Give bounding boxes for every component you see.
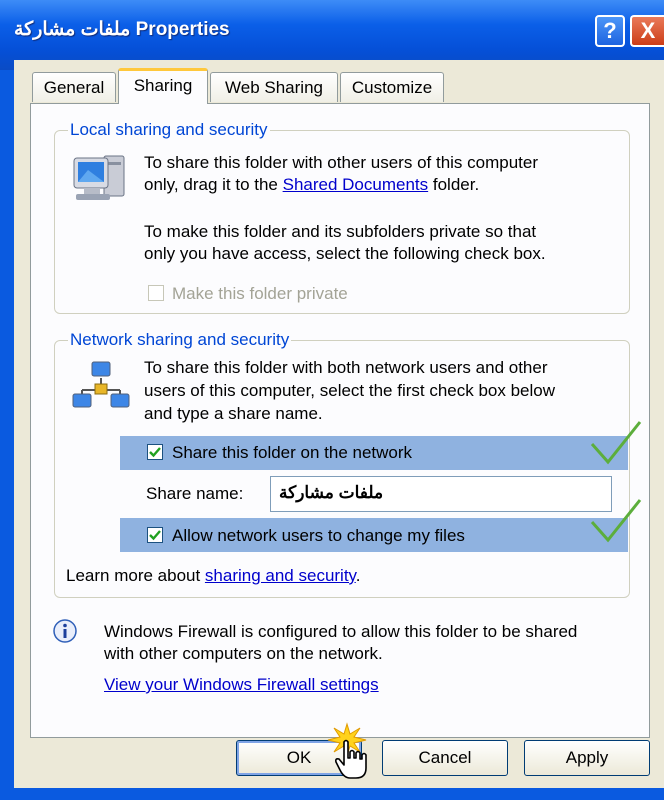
- firewall-text-line1: Windows Firewall is configured to allow …: [104, 622, 578, 641]
- firewall-settings-link[interactable]: View your Windows Firewall settings: [104, 674, 379, 695]
- firewall-text-line2: with other computers on the network.: [104, 644, 383, 663]
- network-text-line3: and type a share name.: [144, 404, 323, 423]
- annotation-checkmark-icon: [590, 499, 642, 543]
- learn-more-line: Learn more about sharing and security.: [66, 565, 361, 586]
- tab-customize[interactable]: Customize: [340, 72, 444, 102]
- cancel-button[interactable]: Cancel: [382, 740, 508, 776]
- checkmark-icon: [149, 447, 161, 458]
- shared-documents-link[interactable]: Shared Documents: [283, 175, 429, 194]
- network-text-line1: To share this folder with both network u…: [144, 358, 548, 377]
- checkmark-icon: [149, 530, 161, 541]
- share-folder-label: Share this folder on the network: [172, 443, 413, 462]
- learn-more-text: Learn more about: [66, 566, 205, 585]
- window-title: ملفات مشاركة Properties: [14, 19, 230, 40]
- network-sharing-legend: Network sharing and security: [68, 330, 292, 350]
- make-private-label: Make this folder private: [172, 284, 348, 303]
- network-text-line2: users of this computer, select the first…: [144, 381, 556, 400]
- local-sharing-legend: Local sharing and security: [68, 120, 270, 140]
- local-text-after-link: folder.: [428, 175, 480, 194]
- apply-button[interactable]: Apply: [524, 740, 650, 776]
- make-private-checkbox[interactable]: [148, 285, 164, 301]
- allow-change-checkbox[interactable]: [147, 527, 163, 543]
- allow-change-label: Allow network users to change my files: [172, 526, 465, 545]
- network-icon: [72, 360, 130, 410]
- share-name-input[interactable]: ملفات مشاركة: [270, 476, 612, 512]
- tab-sharing[interactable]: Sharing: [118, 68, 208, 104]
- help-button[interactable]: ?: [595, 15, 625, 47]
- info-icon: [52, 618, 78, 644]
- computer-icon: [70, 150, 128, 206]
- learn-more-period: .: [355, 566, 361, 585]
- local-text-before-link: only, drag it to the: [144, 175, 283, 194]
- share-folder-checkbox[interactable]: [147, 444, 163, 460]
- annotation-checkmark-icon: [590, 421, 642, 465]
- local-text-line2: only, drag it to the Shared Documents fo…: [144, 174, 479, 195]
- close-button[interactable]: X: [630, 15, 664, 47]
- local-text-line1: To share this folder with other users of…: [144, 153, 539, 172]
- private-text-line2: only you have access, select the followi…: [144, 244, 546, 263]
- hand-cursor-icon: [335, 739, 367, 779]
- tab-web-sharing[interactable]: Web Sharing: [210, 72, 338, 102]
- tab-general[interactable]: General: [32, 72, 116, 102]
- share-name-value: ملفات مشاركة: [279, 483, 384, 502]
- share-name-label: Share name:: [146, 484, 244, 503]
- private-text-line1: To make this folder and its subfolders p…: [144, 222, 537, 241]
- sharing-security-link[interactable]: sharing and security: [205, 566, 356, 585]
